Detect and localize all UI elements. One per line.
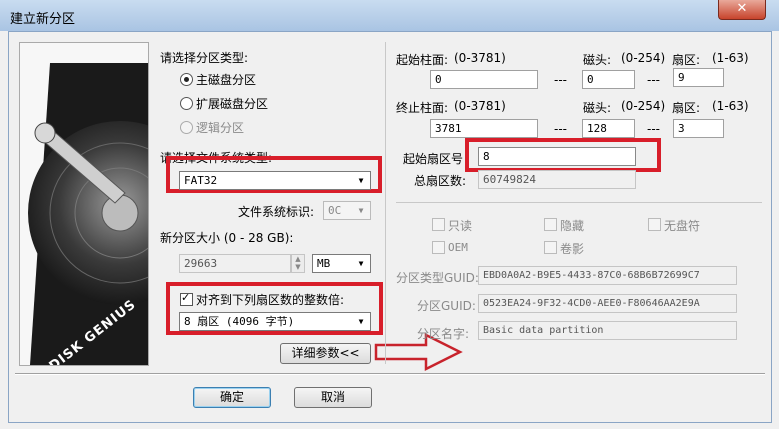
start-cyl-value: 0: [435, 73, 442, 86]
end-cyl-label: 终止柱面:: [396, 101, 449, 115]
ok-button[interactable]: 确定: [193, 387, 271, 408]
start-head-input[interactable]: 0: [582, 70, 635, 89]
dialog-body: DISK GENIUS 请选择分区类型: 主磁盘分区 扩展磁盘分区 逻辑分区 请…: [8, 31, 772, 423]
end-head-input[interactable]: 128: [582, 119, 635, 138]
partition-name-value: Basic data partition: [483, 325, 604, 336]
hidden-label: 隐藏: [560, 219, 585, 233]
start-sector-num-value: 8: [483, 150, 490, 163]
cancel-button-label: 取消: [320, 390, 345, 404]
footer-divider: [15, 373, 765, 375]
panel-separator: [385, 42, 386, 364]
cancel-button[interactable]: 取消: [294, 387, 372, 408]
start-sep-1: ---: [554, 73, 567, 87]
end-head-label: 磁头:: [583, 101, 612, 115]
end-sector-input[interactable]: 3: [673, 119, 724, 138]
start-cyl-input[interactable]: 0: [430, 70, 538, 89]
chevron-down-icon: ▼: [358, 206, 364, 215]
fs-id-label: 文件系统标识:: [238, 205, 315, 219]
start-sector-input[interactable]: 9: [673, 68, 724, 87]
align-select[interactable]: 8 扇区 (4096 字节) ▼: [179, 312, 371, 331]
total-sectors-value: 60749824: [483, 173, 536, 186]
details-button[interactable]: 详细参数<<: [280, 343, 371, 364]
hidden-checkbox: [544, 218, 557, 231]
size-spinner: ▲ ▼: [291, 254, 305, 273]
disk-image: DISK GENIUS: [19, 42, 149, 366]
readonly-label: 只读: [448, 219, 473, 233]
fs-id-value: 0C: [328, 204, 342, 217]
start-cyl-label: 起始柱面:: [396, 53, 449, 67]
ok-button-label: 确定: [219, 390, 244, 404]
end-cyl-input[interactable]: 3781: [430, 119, 538, 138]
type-guid-value: EBD0A0A2-B9E5-4433-87C0-68B6B72699C7: [483, 270, 700, 281]
partition-guid-label: 分区GUID:: [417, 299, 476, 313]
end-sep-1: ---: [554, 122, 567, 136]
partition-guid-input: 0523EA24-9F32-4CD0-AEE0-F80646AA2E9A: [478, 294, 737, 313]
chevron-down-icon: ▼: [358, 317, 364, 326]
align-value: 8 扇区 (4096 字节): [184, 315, 295, 328]
fs-id-select: 0C ▼: [323, 201, 371, 220]
window-title: 建立新分区: [10, 12, 76, 27]
oem-label: OEM: [448, 241, 468, 254]
radio-primary[interactable]: [180, 73, 193, 86]
close-button[interactable]: ✕: [718, 0, 766, 20]
readonly-checkbox: [432, 218, 445, 231]
end-cyl-value: 3781: [435, 122, 462, 135]
chevron-down-icon: ▼: [358, 259, 364, 268]
size-value: 29663: [184, 257, 218, 270]
end-sector-range: (1-63): [712, 99, 749, 113]
type-guid-label: 分区类型GUID:: [396, 271, 479, 285]
start-sector-num-label: 起始扇区号: [403, 152, 464, 166]
start-head-range: (0-254): [621, 51, 666, 65]
total-sectors-input: 60749824: [478, 170, 636, 189]
radio-logical: [180, 121, 193, 134]
oem-checkbox: [432, 241, 445, 254]
radio-extended[interactable]: [180, 97, 193, 110]
close-icon: ✕: [736, 1, 748, 16]
start-sector-value: 9: [678, 71, 685, 84]
start-sep-2: ---: [647, 73, 660, 87]
start-head-value: 0: [587, 73, 594, 86]
end-sector-label: 扇区:: [672, 101, 701, 115]
start-head-label: 磁头:: [583, 53, 612, 67]
attributes-divider: [396, 202, 762, 203]
no-drive-letter-label: 无盘符: [664, 219, 701, 233]
chevron-down-icon: ▼: [358, 176, 364, 185]
shadow-copy-label: 卷影: [560, 242, 585, 256]
radio-extended-label: 扩展磁盘分区: [196, 97, 269, 111]
partition-name-input: Basic data partition: [478, 321, 737, 340]
partition-type-label: 请选择分区类型:: [160, 51, 249, 65]
end-head-value: 128: [587, 122, 607, 135]
no-drive-letter-checkbox: [648, 218, 661, 231]
radio-primary-label: 主磁盘分区: [196, 73, 257, 87]
filesystem-select[interactable]: FAT32 ▼: [179, 171, 371, 190]
start-sector-range: (1-63): [712, 51, 749, 65]
size-input: 29663: [179, 254, 291, 273]
end-sep-2: ---: [647, 122, 660, 136]
size-label: 新分区大小 (0 - 28 GB):: [160, 231, 294, 245]
size-unit-select[interactable]: MB ▼: [312, 254, 371, 273]
type-guid-input: EBD0A0A2-B9E5-4433-87C0-68B6B72699C7: [478, 266, 737, 285]
title-bar: 建立新分区 ✕: [0, 0, 779, 31]
shadow-copy-checkbox: [544, 241, 557, 254]
align-checkbox[interactable]: [180, 291, 193, 306]
align-label: 对齐到下列扇区数的整数倍:: [196, 293, 345, 307]
end-head-range: (0-254): [621, 99, 666, 113]
end-sector-value: 3: [678, 122, 685, 135]
start-cyl-range: (0-3781): [454, 51, 506, 65]
partition-guid-value: 0523EA24-9F32-4CD0-AEE0-F80646AA2E9A: [483, 298, 700, 309]
start-sector-num-input[interactable]: 8: [478, 147, 636, 166]
size-unit-value: MB: [317, 257, 331, 270]
filesystem-value: FAT32: [184, 174, 218, 187]
partition-name-label: 分区名字:: [417, 327, 470, 341]
details-button-label: 详细参数<<: [291, 346, 360, 360]
radio-logical-label: 逻辑分区: [196, 121, 245, 135]
end-cyl-range: (0-3781): [454, 99, 506, 113]
start-sector-label: 扇区:: [672, 53, 701, 67]
total-sectors-label: 总扇区数:: [414, 174, 467, 188]
